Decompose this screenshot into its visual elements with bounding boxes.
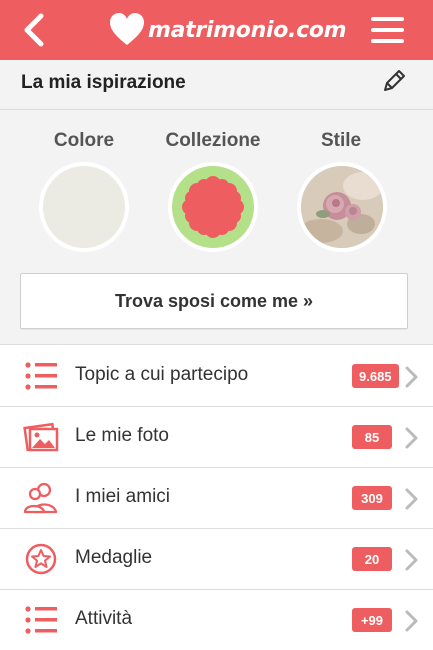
collezione-swatch[interactable]: [168, 162, 258, 252]
find-couples-button[interactable]: Trova sposi come me »: [20, 273, 408, 329]
category-collezione: Collezione: [158, 130, 268, 152]
edit-button[interactable]: [379, 66, 409, 96]
category-label: Colore: [53, 130, 115, 151]
logo[interactable]: matrimonio.com: [108, 8, 347, 52]
list-icon: [25, 606, 57, 634]
menu-item-label: Le mie foto: [75, 425, 169, 446]
chevron-left-icon: [24, 13, 44, 47]
menu-item-medals[interactable]: Medaglie 20: [0, 529, 433, 590]
pencil-icon: [384, 70, 405, 91]
menu-item-photos[interactable]: Le mie foto 85: [0, 407, 433, 468]
heart-logo-icon: [110, 13, 144, 45]
category-label: Stile: [320, 130, 362, 151]
menu-item-friends[interactable]: I miei amici 309: [0, 468, 433, 529]
inspiration-panel: La mia ispirazione Colore Collezione Sti…: [0, 60, 433, 345]
rose-image-icon: [301, 166, 383, 248]
logo-text: matrimonio.com: [148, 17, 347, 43]
chevron-right-icon: [405, 610, 418, 632]
top-bar: matrimonio.com: [0, 0, 433, 60]
menu-item-topic[interactable]: Topic a cui partecipo 9.685: [0, 346, 433, 407]
count-badge: 9.685: [352, 364, 399, 388]
count-badge: 85: [352, 425, 392, 449]
chevron-right-icon: [405, 366, 418, 388]
category-label: Collezione: [165, 130, 261, 151]
chevron-right-icon: [405, 427, 418, 449]
menu-item-label: Medaglie: [75, 547, 153, 568]
inspiration-title: La mia ispirazione: [21, 72, 186, 93]
count-badge: 309: [352, 486, 392, 510]
menu-item-label: I miei amici: [75, 486, 171, 507]
back-button[interactable]: [14, 10, 54, 50]
list-icon: [25, 362, 57, 390]
inspiration-header: La mia ispirazione: [0, 60, 433, 110]
colore-swatch[interactable]: [39, 162, 129, 252]
flower-icon: [182, 176, 244, 238]
menu-button[interactable]: [368, 12, 408, 48]
stile-photo[interactable]: [297, 162, 387, 252]
category-colore: Colore: [29, 130, 139, 152]
friends-icon: [23, 482, 58, 514]
count-badge: +99: [352, 608, 392, 632]
photo-icon: [23, 422, 59, 452]
chevron-right-icon: [405, 549, 418, 571]
chevron-right-icon: [405, 488, 418, 510]
menu-item-activity[interactable]: Attività +99: [0, 590, 433, 650]
category-stile: Stile: [286, 130, 396, 152]
medal-star-icon: [25, 543, 57, 575]
count-badge: 20: [352, 547, 392, 571]
hamburger-menu-icon: [371, 17, 404, 21]
menu-item-label: Topic a cui partecipo: [75, 364, 249, 385]
menu-item-label: Attività: [75, 608, 133, 629]
